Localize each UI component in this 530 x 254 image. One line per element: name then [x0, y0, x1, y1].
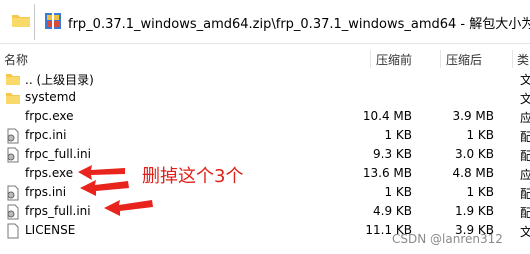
watermark: CSDN @lanren312 — [392, 232, 503, 246]
annotation-text: 删掉这个3个 — [142, 166, 244, 187]
arrow-frps-ini — [80, 180, 129, 196]
arrow-frps-full-ini — [104, 200, 153, 216]
annotation-arrows — [78, 165, 153, 216]
arrow-frps-exe — [78, 165, 125, 180]
